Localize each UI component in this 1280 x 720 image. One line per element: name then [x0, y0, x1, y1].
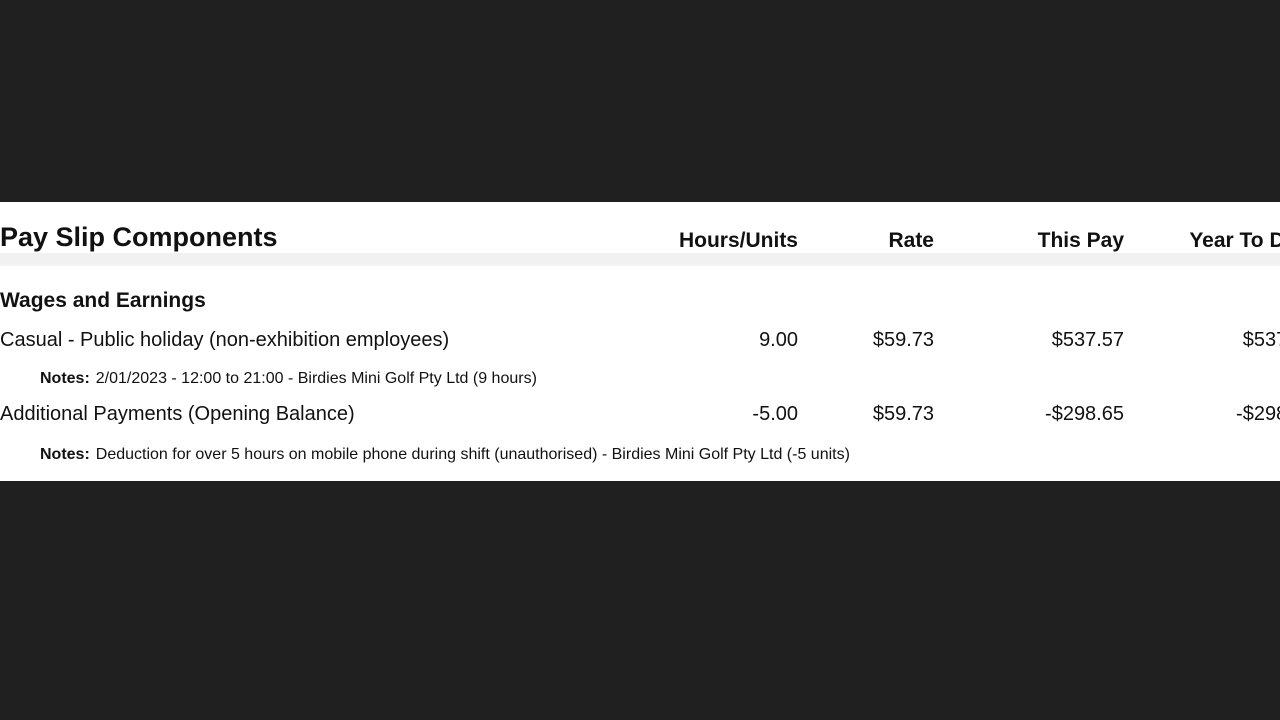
notes-text: 2/01/2023 - 12:00 to 21:00 - Birdies Min…	[95, 370, 537, 387]
row-notes: Notes: Deduction for over 5 hours on mob…	[40, 444, 970, 466]
row-this-pay: -$298.65	[1045, 403, 1124, 425]
column-header-this-pay: This Pay	[1037, 229, 1124, 252]
column-header-ytd: Year To Date	[1189, 229, 1280, 252]
row-hours: 9.00	[759, 329, 798, 351]
row-hours: -5.00	[752, 403, 798, 425]
row-description: Additional Payments (Opening Balance)	[0, 403, 355, 425]
row-rate: $59.73	[872, 403, 934, 425]
row-notes: Notes: 2/01/2023 - 12:00 to 21:00 - Bird…	[40, 370, 970, 388]
notes-label: Notes:	[40, 370, 90, 387]
section-title: Wages and Earnings	[0, 289, 206, 312]
row-description: Casual - Public holiday (non-exhibition …	[0, 329, 450, 351]
column-header-rate: Rate	[888, 229, 934, 252]
column-header-hours: Hours/Units	[678, 229, 798, 252]
row-ytd: -$298.65	[1236, 403, 1280, 425]
notes-label: Notes:	[40, 446, 90, 463]
table-title: Pay Slip Components	[0, 222, 278, 252]
row-rate: $59.73	[872, 329, 934, 351]
pay-slip-components-table: Pay Slip Components Hours/Units Rate Thi…	[0, 202, 1280, 481]
header-divider	[0, 253, 1280, 266]
row-ytd: $537.57	[1242, 329, 1280, 351]
row-this-pay: $537.57	[1051, 329, 1124, 351]
notes-text: Deduction for over 5 hours on mobile pho…	[95, 446, 850, 463]
